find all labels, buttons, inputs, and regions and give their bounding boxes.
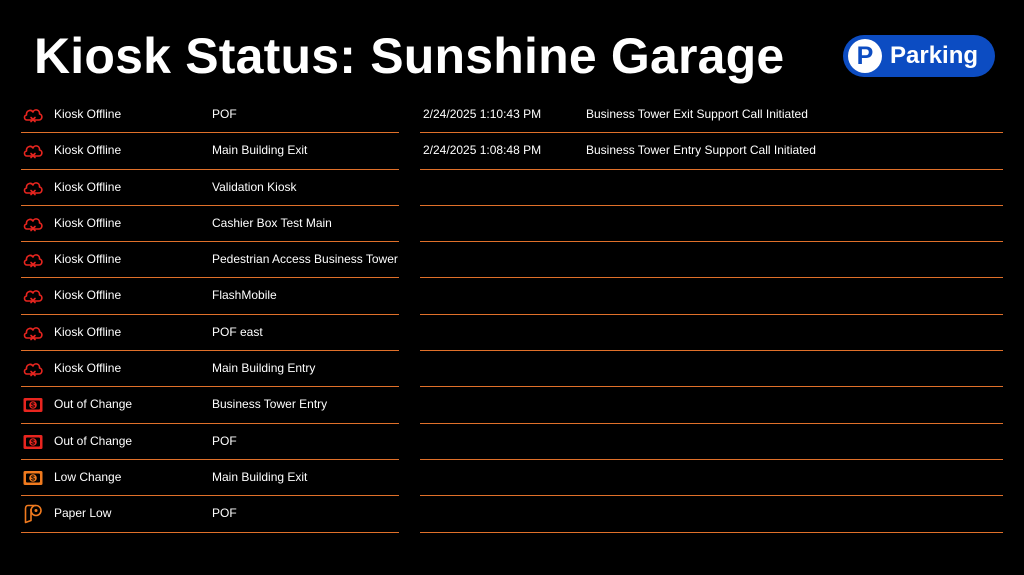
kiosk-location: Business Tower Entry — [212, 397, 328, 412]
svg-text:$: $ — [31, 403, 35, 410]
status-row: $ Out of Change Business Tower Entry — [21, 387, 399, 424]
kiosk-location: Main Building Exit — [212, 143, 308, 158]
support-call-row — [420, 315, 1003, 352]
support-call-row: 2/24/2025 1:10:43 PM Business Tower Exit … — [420, 97, 1003, 134]
status-row: $ Out of Change POF — [21, 424, 399, 460]
status-label: Kiosk Offline — [54, 252, 122, 267]
status-row: Kiosk Offline Cashier Box Test Main — [21, 206, 399, 243]
parking-badge: P Parking — [843, 35, 995, 77]
status-label: Kiosk Offline — [54, 179, 122, 194]
support-call-row — [420, 170, 1003, 206]
status-label: Out of Change — [54, 433, 133, 448]
cloud-offline-icon — [22, 104, 44, 126]
status-row: Kiosk Offline Validation Kiosk — [21, 170, 399, 206]
call-timestamp: 2/24/2025 1:10:43 PM — [423, 107, 542, 121]
call-timestamp: 2/24/2025 1:08:48 PM — [423, 143, 542, 158]
kiosk-location: POF — [212, 506, 237, 521]
paper-roll-icon — [22, 503, 44, 525]
status-label: Kiosk Offline — [54, 143, 122, 158]
status-label: Kiosk Offline — [54, 288, 122, 303]
parking-icon: P — [848, 39, 882, 73]
support-call-row — [420, 387, 1003, 424]
kiosk-location: Main Building Exit — [212, 469, 308, 484]
kiosk-location: FlashMobile — [212, 288, 277, 303]
parking-label: Parking — [890, 42, 979, 69]
cloud-offline-icon — [22, 249, 44, 271]
support-call-row — [420, 424, 1003, 460]
cloud-offline-icon — [22, 140, 44, 162]
support-call-row — [420, 351, 1003, 388]
support-call-row: 2/24/2025 1:08:48 PM Business Tower Entry… — [420, 133, 1003, 170]
cash-icon: $ — [22, 467, 44, 489]
svg-text:$: $ — [31, 439, 35, 446]
status-label: Paper Low — [54, 506, 112, 521]
cloud-offline-icon — [22, 213, 44, 235]
status-label: Kiosk Offline — [54, 215, 122, 230]
svg-text:$: $ — [31, 476, 35, 483]
status-row: Kiosk Offline Main Building Entry — [21, 351, 399, 388]
kiosk-status-list: Kiosk Offline POF Kiosk Offline Main Buildi… — [21, 97, 399, 533]
status-row: Kiosk Offline Pedestrian Access Business … — [21, 242, 399, 279]
support-call-row — [420, 242, 1003, 279]
status-row: $ Low Change Main Building Exit — [21, 460, 399, 497]
cloud-offline-icon — [22, 177, 44, 199]
support-call-row — [420, 278, 1003, 315]
status-row: Kiosk Offline FlashMobile — [21, 278, 399, 315]
cash-icon: $ — [22, 431, 44, 453]
kiosk-status-screen: Kiosk Status: Sunshine Garage P Parking … — [0, 0, 1024, 575]
status-row: Kiosk Offline POF — [21, 97, 399, 134]
status-row: Paper Low POF — [21, 496, 399, 533]
kiosk-location: Cashier Box Test Main — [212, 215, 332, 230]
cloud-offline-icon — [22, 285, 44, 307]
call-message: Business Tower Exit Support Call Initiat… — [586, 107, 808, 121]
status-row: Kiosk Offline POF east — [21, 315, 399, 352]
status-label: Out of Change — [54, 397, 133, 412]
cloud-offline-icon — [22, 358, 44, 380]
support-call-row — [420, 206, 1003, 243]
kiosk-location: POF — [212, 107, 237, 121]
status-row: Kiosk Offline Main Building Exit — [21, 133, 399, 170]
support-call-list: 2/24/2025 1:10:43 PM Business Tower Exit … — [420, 97, 1003, 533]
support-call-row — [420, 496, 1003, 533]
kiosk-location: Main Building Entry — [212, 361, 316, 376]
kiosk-location: Validation Kiosk — [212, 179, 297, 194]
kiosk-location: Pedestrian Access Business Tower — [212, 252, 398, 267]
status-label: Low Change — [54, 469, 122, 484]
page-title: Kiosk Status: Sunshine Garage — [34, 28, 785, 84]
status-label: Kiosk Offline — [54, 361, 122, 376]
call-message: Business Tower Entry Support Call Initia… — [586, 143, 816, 158]
cash-icon: $ — [22, 394, 44, 416]
status-label: Kiosk Offline — [54, 324, 122, 339]
support-call-row — [420, 460, 1003, 497]
status-label: Kiosk Offline — [54, 107, 122, 121]
kiosk-location: POF east — [212, 324, 263, 339]
kiosk-location: POF — [212, 433, 237, 448]
cloud-offline-icon — [22, 322, 44, 344]
